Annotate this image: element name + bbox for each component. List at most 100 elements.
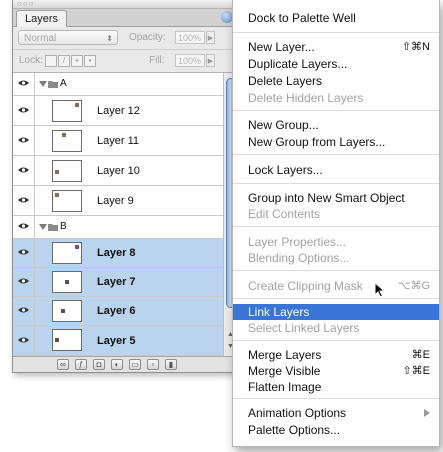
palette-bottom-bar: ∞ ƒ ◘ ◐ ▭ ▫ ▮	[13, 356, 237, 372]
layer-thumbnail	[52, 300, 82, 322]
disclosure-triangle-icon[interactable]	[39, 81, 47, 87]
link-layers-icon[interactable]: ∞	[57, 359, 69, 370]
menu-item-label: Layer Properties...	[248, 235, 347, 249]
disclosure-triangle-icon[interactable]	[39, 224, 47, 230]
menu-item-label: Merge Visible	[248, 364, 321, 378]
visibility-toggle[interactable]	[13, 268, 35, 296]
menu-item-group-into-smart-object[interactable]: Group into New Smart Object	[233, 190, 439, 206]
submenu-arrow-icon	[424, 409, 430, 417]
eye-icon	[18, 223, 29, 229]
menu-item-merge-visible[interactable]: Merge Visible ⇧⌘E	[233, 363, 439, 379]
lock-brush-icon[interactable]: /	[58, 55, 70, 67]
menu-item-label: Dock to Palette Well	[248, 11, 356, 25]
visibility-toggle[interactable]	[13, 297, 35, 325]
window-buttons[interactable]: ○○○	[17, 0, 35, 8]
menu-separator	[233, 226, 439, 227]
menu-item-edit-contents: Edit Contents	[233, 206, 439, 222]
menu-separator	[233, 298, 439, 299]
menu-item-delete-hidden-layers: Delete Hidden Layers	[233, 90, 439, 106]
layer-thumbnail	[52, 160, 82, 182]
visibility-toggle[interactable]	[13, 156, 35, 185]
layer-thumbnail	[52, 130, 82, 152]
layer-row[interactable]: Layer 7	[13, 268, 223, 297]
lock-transparency-icon[interactable]	[45, 55, 57, 67]
menu-item-animation-options[interactable]: Animation Options	[233, 405, 439, 421]
new-layer-icon[interactable]: ▫	[147, 359, 159, 370]
trash-icon[interactable]: ▮	[165, 359, 177, 370]
menu-item-new-group-from-layers[interactable]: New Group from Layers...	[233, 134, 439, 150]
new-group-icon[interactable]: ▭	[129, 359, 141, 370]
menu-item-new-layer[interactable]: New Layer... ⇧⌘N	[233, 39, 439, 55]
layer-name: Layer 8	[97, 247, 136, 259]
menu-item-link-layers[interactable]: Link Layers	[233, 304, 439, 320]
palette-titlebar[interactable]: ○○○	[13, 0, 237, 9]
menu-item-label: Group into New Smart Object	[248, 191, 405, 205]
fill-slider-arrow-icon[interactable]: ▶	[206, 54, 215, 67]
layers-palette: ○○○ Layers Normal ⬍ Opacity: 100% ▶ Lock…	[12, 0, 238, 373]
menu-item-label: Link Layers	[248, 305, 310, 319]
menu-item-shortcut: ⌥⌘G	[397, 280, 430, 292]
eye-icon	[18, 307, 29, 313]
menu-item-label: Animation Options	[248, 406, 347, 420]
visibility-toggle[interactable]	[13, 73, 35, 95]
menu-item-delete-layers[interactable]: Delete Layers	[233, 73, 439, 89]
layer-name: Layer 6	[97, 305, 136, 317]
lock-all-icon[interactable]: ▪	[84, 55, 96, 67]
lock-label: Lock:	[19, 55, 43, 66]
eye-icon	[18, 137, 29, 142]
layer-row[interactable]: Layer 10	[13, 156, 223, 186]
menu-item-flatten-image[interactable]: Flatten Image	[233, 379, 439, 395]
layer-row[interactable]: Layer 12	[13, 96, 223, 126]
group-row-a[interactable]: A	[13, 73, 223, 96]
visibility-toggle[interactable]	[13, 239, 35, 267]
layer-thumbnail	[52, 271, 82, 293]
menu-item-new-group[interactable]: New Group...	[233, 117, 439, 133]
visibility-toggle[interactable]	[13, 126, 35, 155]
menu-item-label: Flatten Image	[248, 380, 322, 394]
opacity-field[interactable]: 100%	[175, 31, 205, 44]
tab-layers[interactable]: Layers	[16, 10, 68, 27]
fill-field[interactable]: 100%	[175, 54, 205, 67]
menu-item-dock-to-palette-well[interactable]: Dock to Palette Well	[233, 10, 439, 26]
layer-style-icon[interactable]: ƒ	[75, 359, 87, 370]
menu-item-label: Edit Contents	[248, 207, 321, 221]
menu-item-shortcut: ⇧⌘N	[401, 41, 430, 53]
opacity-label: Opacity:	[129, 32, 166, 43]
eye-icon	[18, 278, 29, 284]
layer-row[interactable]: Layer 6	[13, 297, 223, 326]
adjustment-layer-icon[interactable]: ◐	[111, 359, 123, 370]
menu-item-layer-properties: Layer Properties...	[233, 234, 439, 250]
menu-item-label: New Layer...	[248, 40, 315, 54]
menu-item-label: Palette Options...	[248, 423, 341, 437]
menu-item-label: New Group from Layers...	[248, 135, 386, 149]
layer-row[interactable]: Layer 9	[13, 186, 223, 216]
menu-item-merge-layers[interactable]: Merge Layers ⌘E	[233, 347, 439, 363]
menu-item-palette-options[interactable]: Palette Options...	[233, 422, 439, 438]
layer-row[interactable]: Layer 11	[13, 126, 223, 156]
folder-icon	[48, 81, 58, 88]
menu-item-lock-layers[interactable]: Lock Layers...	[233, 162, 439, 178]
mouse-pointer-icon	[374, 282, 386, 298]
menu-item-shortcut: ⌘E	[411, 349, 430, 361]
menu-item-select-linked-layers: Select Linked Layers	[233, 320, 439, 336]
menu-separator	[233, 340, 439, 341]
visibility-toggle[interactable]	[13, 186, 35, 215]
eye-icon	[18, 80, 29, 86]
palette-tab-row: Layers	[13, 9, 237, 27]
visibility-toggle[interactable]	[13, 96, 35, 125]
layer-mask-icon[interactable]: ◘	[93, 359, 105, 370]
opacity-slider-arrow-icon[interactable]: ▶	[206, 31, 215, 44]
layer-row[interactable]: Layer 8	[13, 239, 223, 268]
visibility-toggle[interactable]	[13, 216, 35, 238]
layer-thumbnail	[52, 190, 82, 212]
visibility-toggle[interactable]	[13, 326, 35, 355]
layer-thumbnail	[52, 242, 82, 264]
group-row-b[interactable]: B	[13, 216, 223, 239]
lock-move-icon[interactable]: +	[71, 55, 83, 67]
menu-item-duplicate-layers[interactable]: Duplicate Layers...	[233, 56, 439, 72]
layer-row[interactable]: Layer 5	[13, 326, 223, 356]
menu-separator	[233, 32, 439, 33]
blend-mode-select[interactable]: Normal ⬍	[18, 30, 118, 45]
menu-item-create-clipping-mask: Create Clipping Mask ⌥⌘G	[233, 278, 439, 294]
menu-separator	[233, 270, 439, 271]
